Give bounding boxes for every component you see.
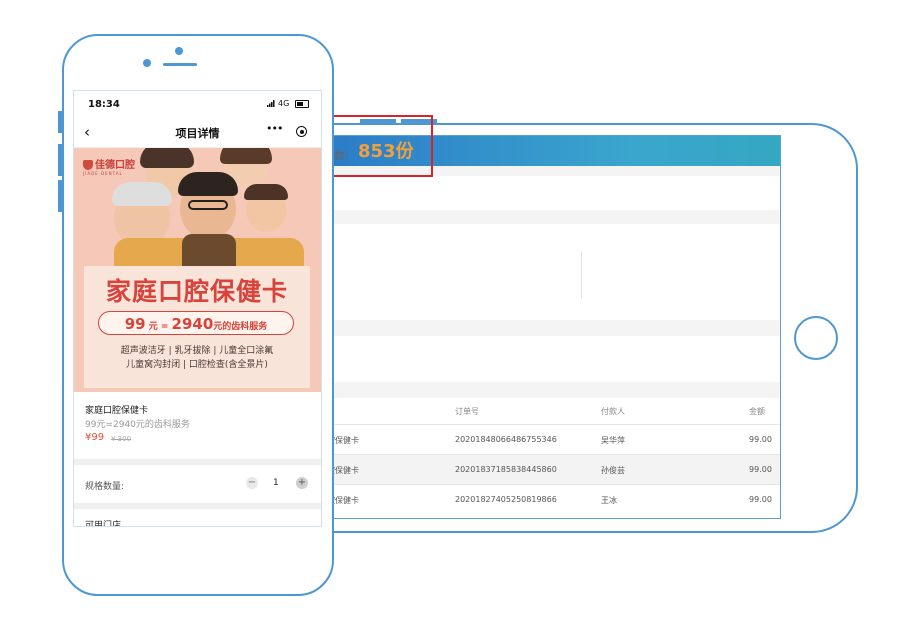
column-header-payer: 付款人 (601, 407, 625, 416)
phone-camera (143, 59, 151, 67)
promo-title: 家庭口腔保健卡 (105, 277, 288, 306)
promo-card: 家庭口腔保健卡 99 元 = 2940元的齿科服务 超声波洁牙 | 乳牙拔除 |… (84, 266, 310, 388)
quantity-value: 1 (273, 478, 279, 488)
phone-sensor (175, 47, 183, 55)
minus-button[interactable]: − (246, 477, 258, 489)
product-price: ¥99 (85, 432, 105, 443)
divider (74, 503, 321, 509)
status-time: 18:34 (88, 99, 120, 110)
table-row[interactable]: 腔保健卡 20201837185838445860 孙俊芸 99.00 (301, 454, 780, 485)
signal-icon (267, 100, 275, 107)
quantity-label: 规格数量: (85, 482, 125, 492)
filter-panel (301, 336, 780, 382)
plus-button[interactable]: + (296, 477, 308, 489)
admin-toolbar (301, 176, 780, 210)
cell-payer: 吴华萍 (601, 436, 625, 445)
more-icon[interactable]: ••• (266, 122, 283, 135)
admin-screen: 订单号 付款人 金额 腔保健卡 20201848066486755346 吴华萍… (300, 135, 781, 519)
pill-unit2: 元的齿科服务 (213, 322, 268, 332)
price-pill: 99 元 = 2940元的齿科服务 (98, 311, 294, 335)
promo-banner: 佳德口腔 JIADE DENTAL 家庭口腔保健卡 99 元 = 2940元的齿… (74, 148, 321, 392)
pill-value: 2940 (171, 315, 214, 333)
services-line: 超声波洁牙 | 乳牙拔除 | 儿童全口涂氟 (120, 346, 274, 356)
target-icon[interactable] (296, 126, 307, 137)
orders-table: 订单号 付款人 金额 腔保健卡 20201848066486755346 吴华萍… (301, 398, 780, 518)
cell-amount: 99.00 (749, 465, 772, 474)
cell-amount: 99.00 (749, 495, 772, 504)
column-header-order-no: 订单号 (455, 407, 479, 416)
phone-screen: 18:34 4G ‹ 项目详情 ••• 佳德口腔 JIADE DENTAL 家庭… (73, 90, 322, 527)
cell-order-no: 20201848066486755346 (455, 435, 557, 444)
tablet-home-button[interactable] (794, 316, 838, 360)
product-desc: 99元=2940元的齿科服务 (85, 420, 190, 430)
status-bar: 18:34 4G (74, 91, 321, 117)
cell-order-no: 20201837185838445860 (455, 465, 557, 474)
brand-logo: 佳德口腔 JIADE DENTAL (83, 156, 135, 176)
brand-subtitle: JIADE DENTAL (83, 171, 123, 176)
nav-bar: ‹ 项目详情 ••• (74, 117, 321, 148)
product-name: 家庭口腔保健卡 (85, 406, 149, 416)
cell-payer: 孙俊芸 (601, 466, 625, 475)
tooth-shield-icon (83, 160, 93, 170)
quantity-row: 规格数量: − 1 + (74, 465, 321, 503)
product-info: 家庭口腔保健卡 99元=2940元的齿科服务 ¥99 ¥ 300 (74, 393, 321, 459)
product-original-price: ¥ 300 (111, 435, 132, 443)
cell-order-no: 20201827405250819866 (455, 495, 557, 504)
table-row[interactable]: 腔保健卡 20201827405250819866 王冰 99.00 (301, 484, 780, 515)
phone-speaker (163, 63, 197, 66)
stats-panel (301, 224, 780, 320)
page-title: 项目详情 (175, 127, 220, 140)
table-row[interactable]: 腔保健卡 20201848066486755346 吴华萍 99.00 (301, 424, 780, 455)
cell-amount: 99.00 (749, 435, 772, 444)
column-header-amount: 金额 (749, 407, 765, 416)
services-line: 儿童窝沟封闭 | 口腔检查(含全景片) (126, 360, 268, 370)
pill-price: 99 (124, 315, 146, 333)
cell-payer: 王冰 (601, 496, 617, 505)
stats-divider (581, 252, 582, 298)
order-total-value: 853份 (358, 141, 414, 162)
stores-label: 可用门店 (85, 521, 122, 527)
network-label: 4G (278, 99, 290, 108)
pill-unit1: 元 = (148, 322, 169, 332)
battery-icon (295, 100, 309, 108)
brand-name: 佳德口腔 (95, 160, 135, 171)
